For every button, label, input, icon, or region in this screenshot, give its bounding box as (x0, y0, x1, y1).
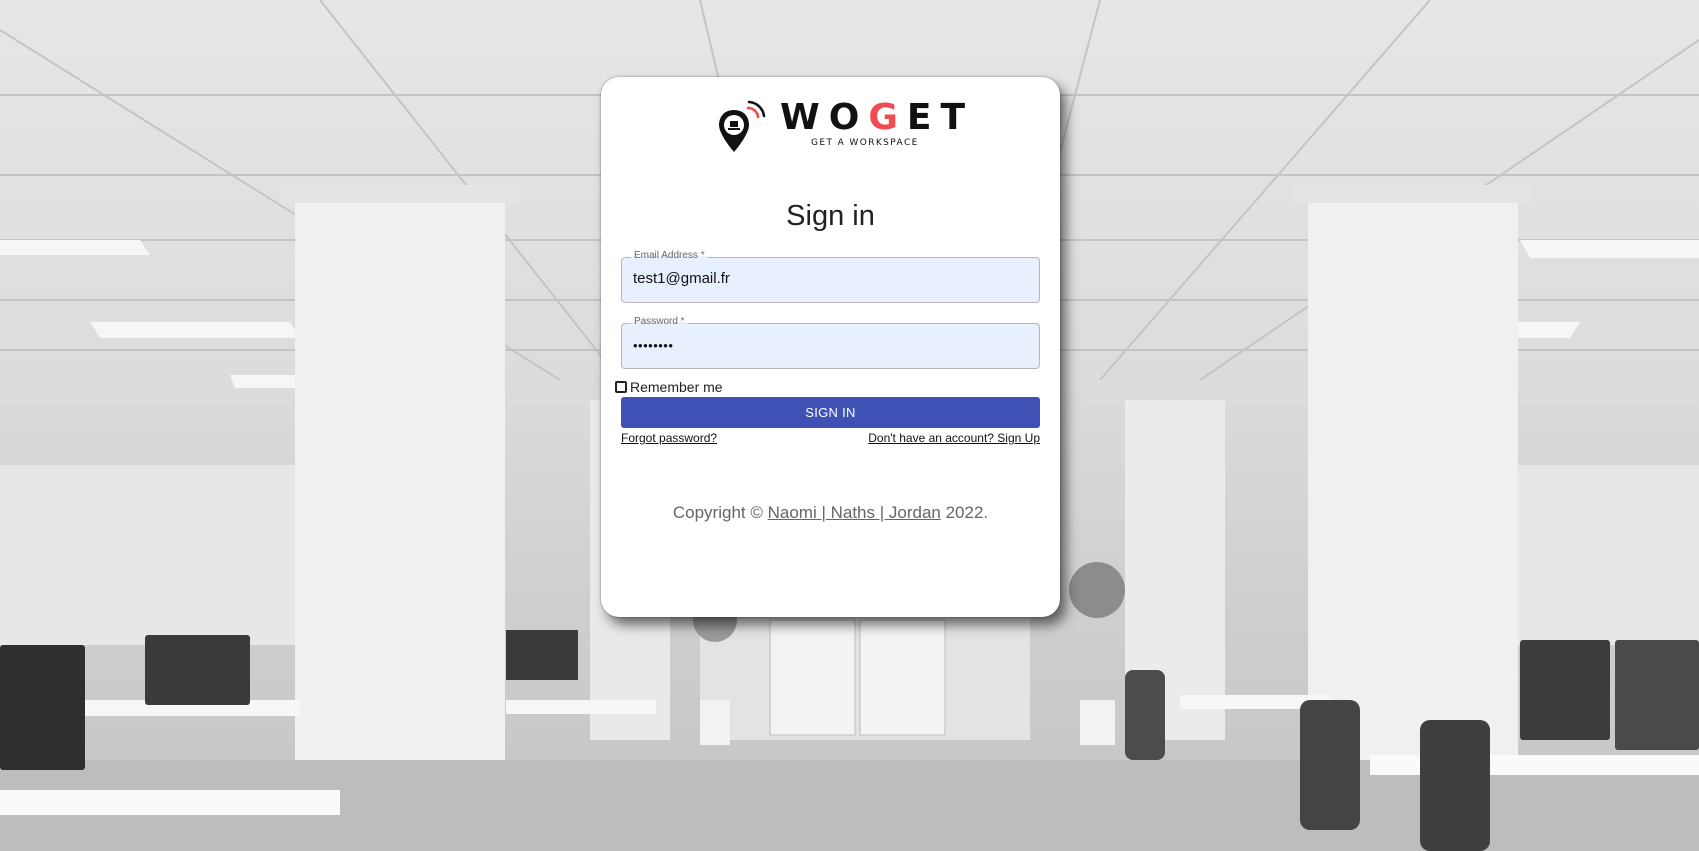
email-field-label: Email Address * (631, 250, 708, 261)
email-input[interactable] (633, 270, 1023, 287)
location-pin-icon (719, 100, 766, 152)
logo-word-accent: G (868, 97, 907, 138)
remember-me-checkbox[interactable] (615, 381, 627, 393)
email-field[interactable]: Email Address * (621, 250, 1040, 303)
password-field-label: Password * (631, 316, 688, 327)
signup-link[interactable]: Don't have an account? Sign Up (868, 431, 1040, 445)
copyright: Copyright © Naomi | Naths | Jordan 2022. (601, 503, 1060, 523)
page-title: Sign in (786, 200, 875, 232)
logo-tagline: GET A WORKSPACE (811, 138, 919, 148)
password-field[interactable]: Password * (621, 316, 1040, 369)
authors-link[interactable]: Naomi | Naths | Jordan (768, 503, 941, 522)
logo-word-start: WO (780, 97, 869, 138)
remember-me-row[interactable]: Remember me (615, 378, 723, 396)
copyright-prefix: Copyright © (672, 503, 768, 522)
signin-card: WOGET GET A WORKSPACE Sign in Email Addr… (601, 77, 1060, 617)
logo-wordmark: WOGET (780, 98, 974, 138)
woget-logo: WOGET GET A WORKSPACE (719, 96, 965, 154)
copyright-suffix: 2022. (940, 503, 989, 522)
logo-word-end: ET (906, 97, 975, 138)
forgot-password-link[interactable]: Forgot password? (621, 431, 717, 445)
remember-me-label[interactable]: Remember me (630, 379, 723, 395)
password-input[interactable] (633, 338, 1023, 353)
signin-button[interactable]: SIGN IN (621, 397, 1040, 428)
